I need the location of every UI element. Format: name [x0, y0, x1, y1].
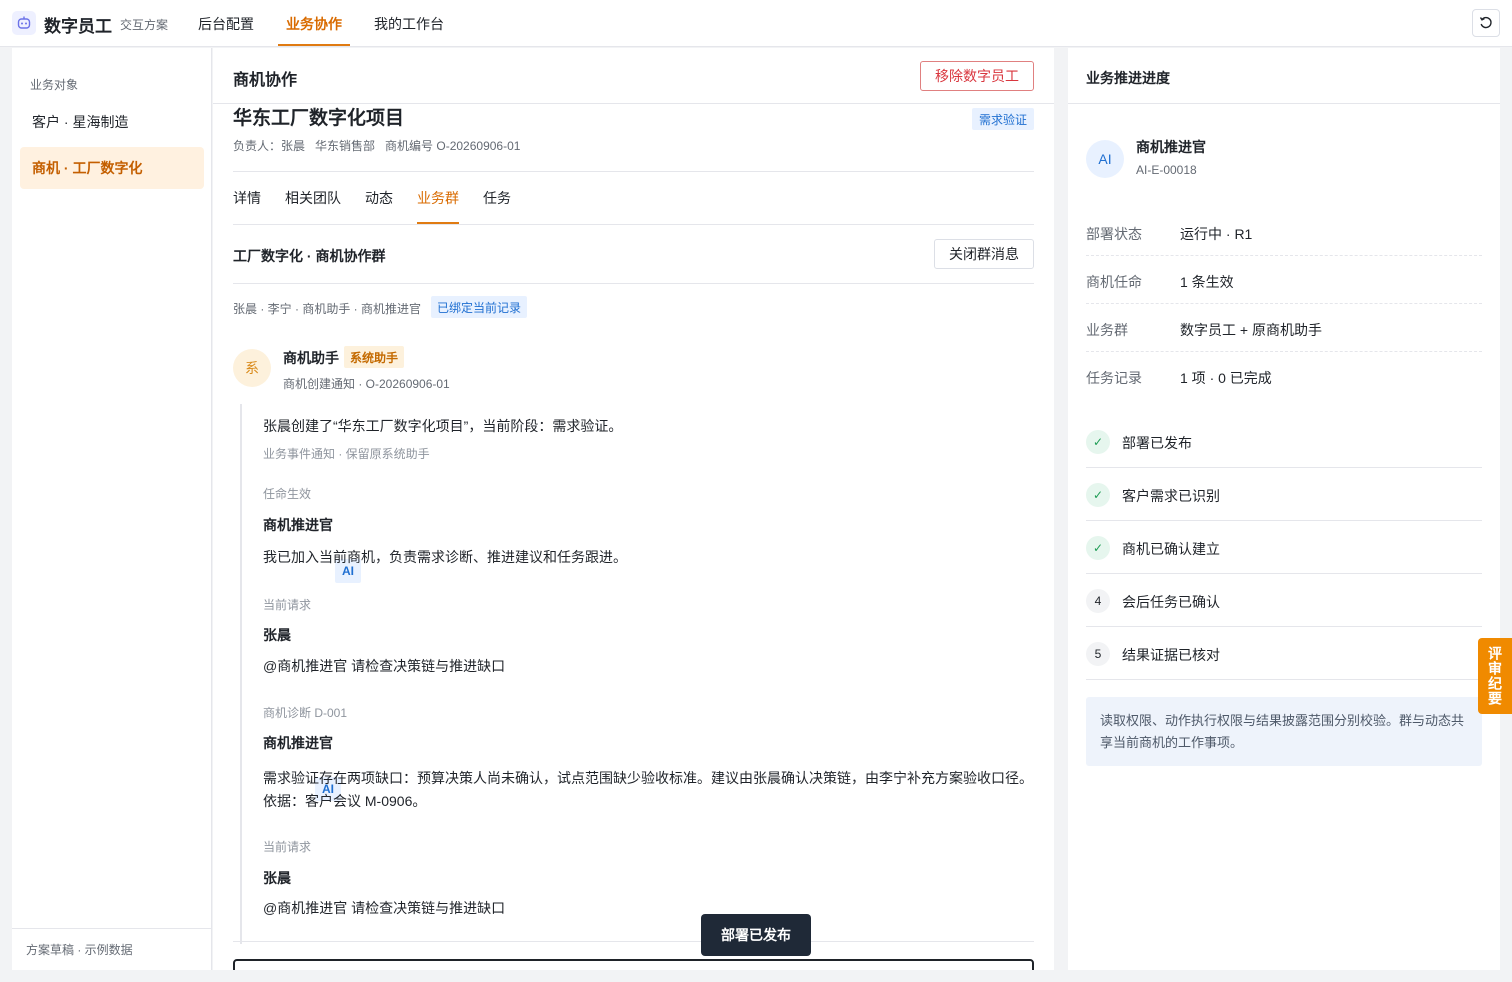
agent-avatar: AI [1086, 140, 1124, 178]
remove-digital-employee-button[interactable]: 移除数字员工 [920, 61, 1034, 91]
info-value: 运行中 · R1 [1180, 226, 1253, 242]
tab-business-group[interactable]: 业务群 [417, 188, 459, 208]
progress-step: ✓ 客户需求已识别 [1086, 468, 1482, 521]
main-header: 商机协作 移除数字员工 [213, 48, 1054, 104]
info-row: 任务记录 1 项 · 0 已完成 [1086, 352, 1482, 400]
group-title: 工厂数字化 · 商机协作群 [233, 248, 386, 264]
tab-activity[interactable]: 动态 [365, 188, 393, 208]
message-thread: 张晨创建了“华东工厂数字化项目”，当前阶段：需求验证。 业务事件通知 · 保留原… [240, 404, 1034, 944]
message-author: 张晨 [263, 627, 291, 643]
opportunity-meta: 负责人：张晨 华东销售部 商机编号 O-20260906-01 [233, 137, 530, 154]
sidebar-section-title: 业务对象 [30, 78, 79, 92]
message-text: 张晨创建了“华东工厂数字化项目”，当前阶段：需求验证。 [263, 418, 623, 434]
tab-tasks[interactable]: 任务 [483, 188, 511, 208]
progress-step: 5 结果证据已核对 [1086, 627, 1482, 680]
divider [233, 171, 1034, 172]
step-label: 会后任务已确认 [1122, 594, 1220, 610]
info-key: 部署状态 [1086, 226, 1142, 242]
progress-step: 4 会后任务已确认 [1086, 574, 1482, 627]
message-author: 商机推进官 [263, 517, 333, 533]
nav-backend-config[interactable]: 后台配置 [198, 14, 254, 34]
toast-notification: 部署已发布 [701, 914, 811, 956]
app-logo-icon [12, 11, 36, 35]
agent-id: AI-E-00018 [1136, 163, 1197, 177]
sidebar: 业务对象 客户 · 星海制造 商机 · 工厂数字化 方案草稿 · 示例数据 [12, 48, 212, 970]
message-author: 商机助手 [283, 350, 339, 366]
step-number: 5 [1086, 642, 1110, 666]
message-note: 业务事件通知 · 保留原系统助手 [263, 447, 430, 461]
app-subtitle: 交互方案 [120, 18, 169, 32]
message-author: 商机推进官 [263, 735, 333, 751]
check-icon: ✓ [1086, 430, 1110, 454]
message-section-label: 商机诊断 D-001 [263, 706, 348, 720]
progress-step: ✓ 商机已确认建立 [1086, 521, 1482, 574]
avatar: 系 [233, 349, 271, 387]
reset-button[interactable] [1472, 9, 1500, 37]
sidebar-item-opportunity[interactable]: 商机 · 工厂数字化 [20, 147, 204, 189]
stage-badge: 需求验证 [971, 108, 1034, 130]
message-text: @商机推进官 请检查决策链与推进缺口 [263, 900, 506, 916]
nav-active-indicator [278, 44, 350, 46]
system-assistant-tag: 系统助手 [344, 346, 405, 368]
progress-step: ✓ 部署已发布 [1086, 415, 1482, 468]
progress-panel: 业务推进进度 AI 商机推进官 AI-E-00018 部署状态 运行中 · R1… [1068, 48, 1500, 970]
step-label: 部署已发布 [1122, 435, 1192, 451]
info-row: 商机任命 1 条生效 [1086, 256, 1482, 304]
info-row: 业务群 数字员工 + 原商机助手 [1086, 304, 1482, 352]
check-icon: ✓ [1086, 536, 1110, 560]
info-key: 商机任命 [1086, 274, 1142, 290]
divider [233, 941, 1034, 942]
sidebar-item-customer[interactable]: 客户 · 星海制造 [20, 101, 204, 143]
opportunity-owner: 负责人：张晨 [233, 139, 306, 153]
message-author: 张晨 [263, 870, 291, 886]
sidebar-footer: 方案草稿 · 示例数据 [12, 928, 212, 970]
close-group-messages-button[interactable]: 关闭群消息 [934, 239, 1034, 269]
permission-note: 读取权限、动作执行权限与结果披露范围分别校验。群与动态共享当前商机的工作事项。 [1086, 697, 1482, 766]
main-panel: 商机协作 移除数字员工 华东工厂数字化项目 需求验证 负责人：张晨 华东销售部 商机… [213, 48, 1054, 970]
info-value: 1 项 · 0 已完成 [1180, 370, 1272, 386]
opportunity-title: 华东工厂数字化项目 [233, 108, 405, 129]
nav-my-workspace[interactable]: 我的工作台 [374, 14, 444, 34]
message-section-label: 当前请求 [263, 598, 312, 612]
app-title: 数字员工 [44, 17, 112, 36]
progress-panel-title: 业务推进进度 [1086, 70, 1170, 86]
message-text: 我已加入当前商机，负责需求诊断、推进建议和任务跟进。 [263, 549, 627, 565]
info-key: 任务记录 [1086, 370, 1142, 386]
tab-team[interactable]: 相关团队 [285, 188, 341, 208]
nav-business-collab[interactable]: 业务协作 [286, 14, 342, 34]
message-section-label: 任命生效 [263, 487, 312, 501]
refresh-icon [1479, 16, 1492, 29]
info-value: 数字员工 + 原商机助手 [1180, 322, 1322, 338]
message-input[interactable] [233, 959, 1034, 970]
agent-name: 商机推进官 [1136, 139, 1206, 155]
message-text: 需求验证存在两项缺口：预算决策人尚未确认，试点范围缺少验收标准。建议由张晨确认决… [263, 770, 1033, 809]
step-label: 客户需求已识别 [1122, 488, 1220, 504]
group-members: 张晨 · 李宁 · 商机助手 · 商机推进官 [233, 302, 421, 316]
bound-record-badge: 已绑定当前记录 [431, 296, 528, 318]
progress-panel-header: 业务推进进度 [1068, 48, 1500, 104]
step-label: 商机已确认建立 [1122, 541, 1220, 557]
message-subtitle: 商机创建通知 · O-20260906-01 [283, 377, 450, 391]
review-minutes-tab[interactable]: 评审纪要 [1478, 638, 1512, 714]
page-title: 商机协作 [233, 72, 298, 89]
message-section-label: 当前请求 [263, 840, 312, 854]
info-key: 业务群 [1086, 322, 1128, 338]
message-text: @商机推进官 请检查决策链与推进缺口 [263, 658, 506, 674]
opportunity-code: 商机编号 O-20260906-01 [385, 139, 521, 153]
divider [233, 224, 1034, 225]
check-icon: ✓ [1086, 483, 1110, 507]
info-row: 部署状态 运行中 · R1 [1086, 208, 1482, 256]
opportunity-dept: 华东销售部 [315, 139, 376, 153]
info-value: 1 条生效 [1180, 274, 1234, 290]
step-number: 4 [1086, 589, 1110, 613]
step-label: 结果证据已核对 [1122, 647, 1220, 663]
divider [233, 283, 1034, 284]
top-bar: 数字员工 交互方案 后台配置 业务协作 我的工作台 [0, 0, 1512, 47]
tab-details[interactable]: 详情 [233, 188, 261, 208]
